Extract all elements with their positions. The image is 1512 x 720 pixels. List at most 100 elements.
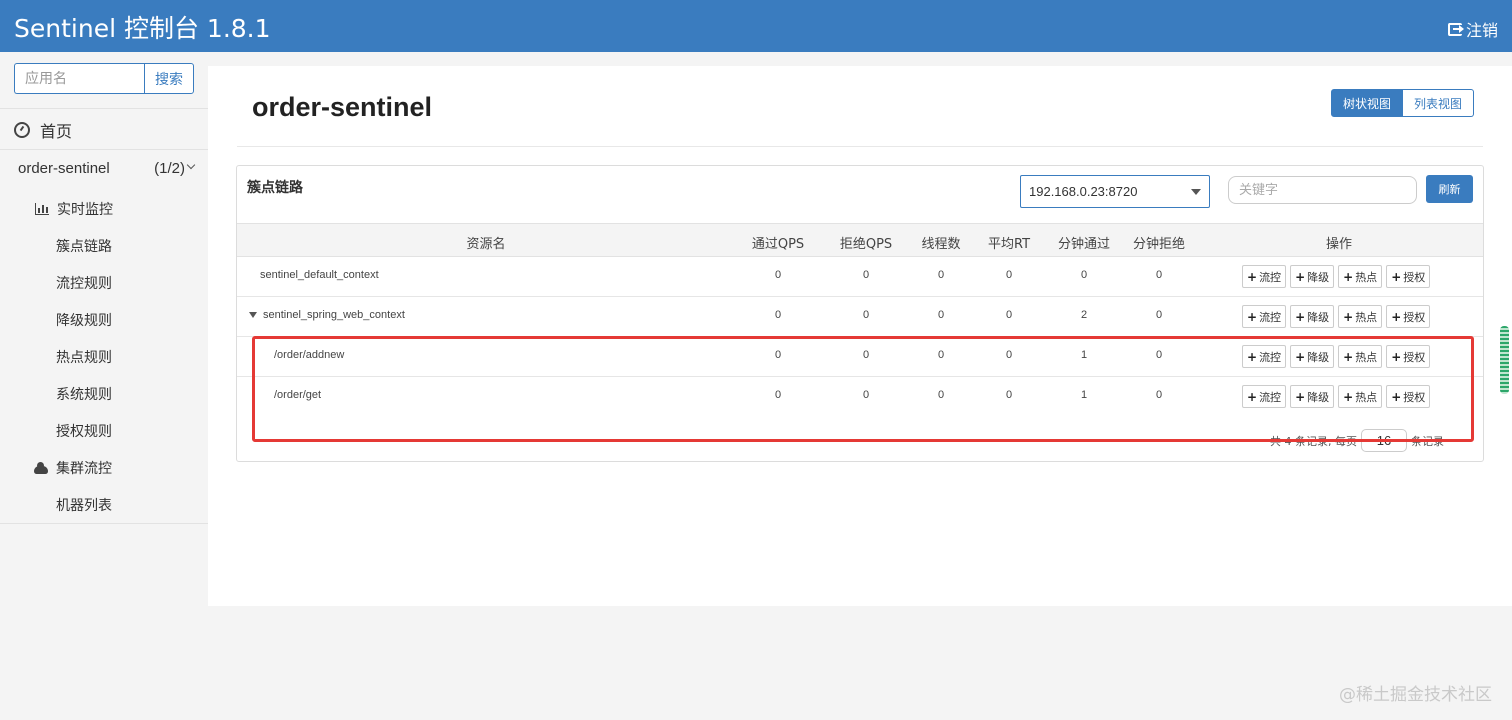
- degrade-label: 降级: [1307, 390, 1330, 404]
- flow-rule-button[interactable]: + 流控: [1242, 305, 1287, 328]
- sidebar-item-degrade-rules[interactable]: 降级规则: [56, 310, 112, 330]
- auth-label: 授权: [1403, 270, 1426, 284]
- keyword-input[interactable]: [1228, 176, 1417, 204]
- avg-rt: 0: [1005, 349, 1013, 361]
- plus-icon: +: [1247, 309, 1258, 324]
- auth-rule-button[interactable]: + 授权: [1386, 305, 1431, 328]
- col-resource: 资源名: [466, 237, 506, 252]
- minute-pass: 1: [1080, 389, 1088, 401]
- block-qps: 0: [862, 389, 870, 401]
- caret-down-icon: [1191, 188, 1201, 195]
- hotspot-rule-button[interactable]: + 热点: [1338, 345, 1383, 368]
- hotspot-label: 热点: [1355, 350, 1378, 364]
- threads: 0: [937, 389, 945, 401]
- logout-link[interactable]: 注销: [1447, 17, 1498, 41]
- plus-icon: +: [1343, 269, 1354, 284]
- flow-rule-button[interactable]: + 流控: [1242, 385, 1287, 408]
- degrade-label: 降级: [1307, 350, 1330, 364]
- threads: 0: [937, 349, 945, 361]
- app-count: (1/2): [154, 160, 196, 177]
- table-row: /order/get 0 0 0 0 1 0 + 流控 + 降级 + 热点 + 授权: [237, 377, 1483, 417]
- sidebar-divider: [0, 523, 208, 524]
- expand-triangle-icon[interactable]: [249, 312, 257, 319]
- minute-block: 0: [1155, 349, 1163, 361]
- hotspot-rule-button[interactable]: + 热点: [1338, 265, 1383, 288]
- sidebar-item-label: 降级规则: [56, 313, 112, 329]
- pass-qps: 0: [774, 349, 782, 361]
- watermark: @稀土掘金技术社区: [1339, 685, 1492, 705]
- view-toggle: 树状视图 列表视图: [1331, 89, 1475, 117]
- threads: 0: [937, 309, 945, 321]
- col-block-qps: 拒绝QPS: [839, 237, 893, 252]
- minute-pass: 2: [1080, 309, 1088, 321]
- sidebar-item-label: 集群流控: [56, 461, 112, 477]
- sidebar-item-label: 机器列表: [56, 498, 112, 514]
- auth-rule-button[interactable]: + 授权: [1386, 345, 1431, 368]
- sidebar-item-cluster-link[interactable]: 簇点链路: [56, 236, 112, 256]
- block-qps: 0: [862, 269, 870, 281]
- sidebar-item-auth-rules[interactable]: 授权规则: [56, 421, 112, 441]
- page-size-input[interactable]: [1361, 429, 1407, 452]
- degrade-rule-button[interactable]: + 降级: [1290, 265, 1335, 288]
- dashboard-icon: [14, 122, 30, 138]
- sidebar-item-hotspot-rules[interactable]: 热点规则: [56, 347, 112, 367]
- sidebar-item-label: 实时监控: [57, 202, 113, 218]
- title-divider: [237, 146, 1483, 147]
- sidebar-item-cluster-flow[interactable]: 集群流控: [34, 458, 112, 478]
- hotspot-label: 热点: [1355, 270, 1378, 284]
- list-view-button[interactable]: 列表视图: [1403, 89, 1475, 117]
- cloud-icon: [34, 461, 48, 474]
- degrade-rule-button[interactable]: + 降级: [1290, 305, 1335, 328]
- auth-rule-button[interactable]: + 授权: [1386, 265, 1431, 288]
- cluster-link-panel: 簇点链路 192.168.0.23:8720 刷新 资源名 通过QPS 拒绝QP…: [236, 165, 1484, 462]
- hotspot-rule-button[interactable]: + 热点: [1338, 385, 1383, 408]
- app-search-button[interactable]: 搜索: [144, 63, 194, 94]
- tree-view-button[interactable]: 树状视图: [1331, 89, 1404, 117]
- col-minute-pass: 分钟通过: [1057, 237, 1111, 252]
- sidebar-item-label: 流控规则: [56, 276, 112, 292]
- logout-label: 注销: [1465, 23, 1498, 40]
- plus-icon: +: [1295, 309, 1306, 324]
- resource-name: sentinel_spring_web_context: [249, 309, 405, 321]
- brand-title: Sentinel 控制台 1.8.1: [14, 14, 271, 43]
- refresh-button[interactable]: 刷新: [1426, 175, 1473, 203]
- table-row[interactable]: sentinel_spring_web_context 0 0 0 0 2 0 …: [237, 297, 1483, 337]
- pass-qps: 0: [774, 269, 782, 281]
- sidebar-divider: [0, 108, 208, 109]
- machine-select[interactable]: 192.168.0.23:8720: [1020, 175, 1210, 208]
- avg-rt: 0: [1005, 309, 1013, 321]
- sidebar-item-system-rules[interactable]: 系统规则: [56, 384, 112, 404]
- scrollbar-thumb[interactable]: [1500, 326, 1509, 394]
- flow-rule-button[interactable]: + 流控: [1242, 345, 1287, 368]
- app-search-input[interactable]: [14, 63, 144, 94]
- plus-icon: +: [1295, 269, 1306, 284]
- table-row: sentinel_default_context 0 0 0 0 0 0 + 流控…: [237, 257, 1483, 297]
- sidebar-item-flow-rules[interactable]: 流控规则: [56, 273, 112, 293]
- scrollbar[interactable]: [1500, 326, 1509, 394]
- plus-icon: +: [1247, 269, 1258, 284]
- degrade-rule-button[interactable]: + 降级: [1290, 385, 1335, 408]
- machine-select-value: 192.168.0.23:8720: [1029, 184, 1138, 199]
- plus-icon: +: [1391, 269, 1402, 284]
- flow-rule-button[interactable]: + 流控: [1242, 265, 1287, 288]
- row-actions: + 流控 + 降级 + 热点 + 授权: [1242, 265, 1431, 288]
- auth-label: 授权: [1403, 350, 1426, 364]
- col-pass-qps: 通过QPS: [751, 237, 805, 252]
- sidebar-item-home[interactable]: 首页: [14, 118, 72, 142]
- pass-qps: 0: [774, 389, 782, 401]
- sidebar-item-label: 授权规则: [56, 424, 112, 440]
- sidebar-item-machine-list[interactable]: 机器列表: [56, 495, 112, 515]
- sidebar-app-order-sentinel[interactable]: order-sentinel (1/2): [18, 160, 196, 177]
- minute-block: 0: [1155, 269, 1163, 281]
- resource-name: /order/addnew: [274, 349, 345, 361]
- hotspot-rule-button[interactable]: + 热点: [1338, 305, 1383, 328]
- sidebar-item-realtime[interactable]: 实时监控: [35, 199, 113, 219]
- pager-suffix: 条记录: [1411, 434, 1444, 448]
- sidebar: 搜索 首页 order-sentinel (1/2) 实时监控 簇点链路 流控规…: [0, 52, 208, 720]
- flow-label: 流控: [1259, 350, 1282, 364]
- minute-block: 0: [1155, 309, 1163, 321]
- auth-rule-button[interactable]: + 授权: [1386, 385, 1431, 408]
- degrade-rule-button[interactable]: + 降级: [1290, 345, 1335, 368]
- app-search: 搜索: [14, 63, 194, 94]
- table-header: 资源名 通过QPS 拒绝QPS 线程数 平均RT 分钟通过 分钟拒绝 操作: [237, 223, 1483, 257]
